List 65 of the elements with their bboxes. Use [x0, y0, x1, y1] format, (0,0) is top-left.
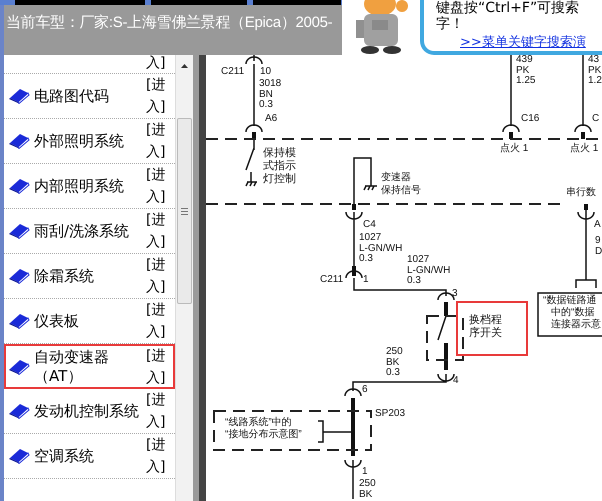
diagram-label: A	[594, 220, 601, 230]
diagram-label: 439 PK 1.25	[516, 55, 536, 86]
diagram-label: 保持信号	[381, 186, 421, 196]
enter-link[interactable]: [进入]	[146, 119, 170, 163]
enter-link[interactable]: [进入]	[146, 254, 170, 298]
diagram-label: 串行数	[566, 188, 596, 198]
diagram-label: 1	[362, 467, 368, 478]
menu-item[interactable]: 雨刮/洗涤系统	[34, 222, 146, 240]
search-demo-link[interactable]: >>菜单关键字搜索演	[460, 35, 602, 50]
diagram-label: 点火 1	[500, 144, 528, 154]
tip-text: 键盘按“Ctrl+F”可搜索	[436, 0, 580, 16]
menu-item[interactable]: 内部照明系统	[34, 176, 146, 196]
menu-item[interactable]: 电路图代码	[34, 86, 146, 106]
diagram-label: 换档程序开关	[456, 301, 528, 356]
diagram-label: 保持模式指示灯控制	[263, 147, 296, 186]
diagram-label: SP203	[375, 409, 406, 420]
diagram-label: 变速器	[381, 173, 411, 184]
enter-link[interactable]: [进入]	[146, 344, 170, 388]
triangle-up-icon	[181, 64, 188, 68]
scrollbar-track[interactable]	[175, 55, 193, 501]
diagram-label: “接地分布示意图”	[225, 430, 302, 440]
diagram-label: 250 BK 0.3	[386, 347, 403, 378]
enter-link[interactable]: [进入]	[146, 164, 170, 208]
menu-item[interactable]: 外部照明系统	[34, 132, 146, 150]
splitter-bar[interactable]	[193, 55, 206, 501]
menu-item[interactable]: 除霜系统	[34, 266, 146, 286]
enter-link[interactable]: [进入]	[146, 74, 170, 118]
tip-text: 字！	[436, 16, 465, 32]
diagram-label: 9 D	[595, 236, 602, 257]
menu-item[interactable]: 仪表板	[34, 312, 146, 330]
menu-item[interactable]: 空调系统	[34, 446, 146, 466]
diagram-label: C211	[221, 67, 244, 78]
enter-link[interactable]: [进入]	[146, 434, 170, 478]
diagram-label: C16	[521, 114, 540, 124]
diagram-label: 1027 L-GN/WH 0.3	[359, 233, 402, 264]
diagram-label: C211	[320, 275, 344, 286]
toolbar-button[interactable]	[253, 0, 341, 5]
diagram-label: 43 PK 1.2	[588, 55, 602, 86]
diagram-label: “线路系统”中的	[225, 418, 292, 428]
diagram-label: 1	[363, 275, 369, 286]
diagram-label: “数据链路通	[543, 296, 596, 306]
diagram-label: 连接器示意	[551, 320, 601, 330]
diagram-label: 4	[453, 376, 459, 386]
book-icon	[8, 358, 30, 374]
diagram-label: A6	[265, 114, 278, 124]
diagram-label: 250 BK	[359, 479, 376, 500]
menu-item[interactable]: 发动机控制系统	[34, 402, 146, 420]
diagram-label: 3018 BN 0.3	[259, 79, 282, 110]
menu-item[interactable]: 自动变速器（AT）	[34, 348, 146, 386]
diagram-label: 点火 1	[570, 144, 598, 154]
diagram-label: 6	[362, 385, 368, 396]
enter-link[interactable]: [进入]	[146, 389, 170, 433]
toolbar-button[interactable]	[151, 0, 247, 5]
diagram-label: C4	[363, 220, 376, 230]
diagram-label: C	[592, 114, 600, 124]
scrollbar-thumb[interactable]	[177, 118, 192, 304]
enter-link[interactable]: 入]	[146, 55, 170, 72]
toolbar-button[interactable]	[15, 0, 145, 5]
diagram-label: 中的“数据	[551, 308, 594, 318]
diagram-label: 3	[452, 289, 458, 300]
enter-link[interactable]: [进入]	[146, 299, 170, 343]
car-model-title: 当前车型：厂家:S-上海雪佛兰景程（Epica）2005-	[6, 14, 332, 31]
diagram-label: 10	[260, 67, 272, 78]
enter-link[interactable]: [进入]	[146, 209, 170, 253]
diagram-label: 1027 L-GN/WH 0.3	[407, 255, 450, 286]
